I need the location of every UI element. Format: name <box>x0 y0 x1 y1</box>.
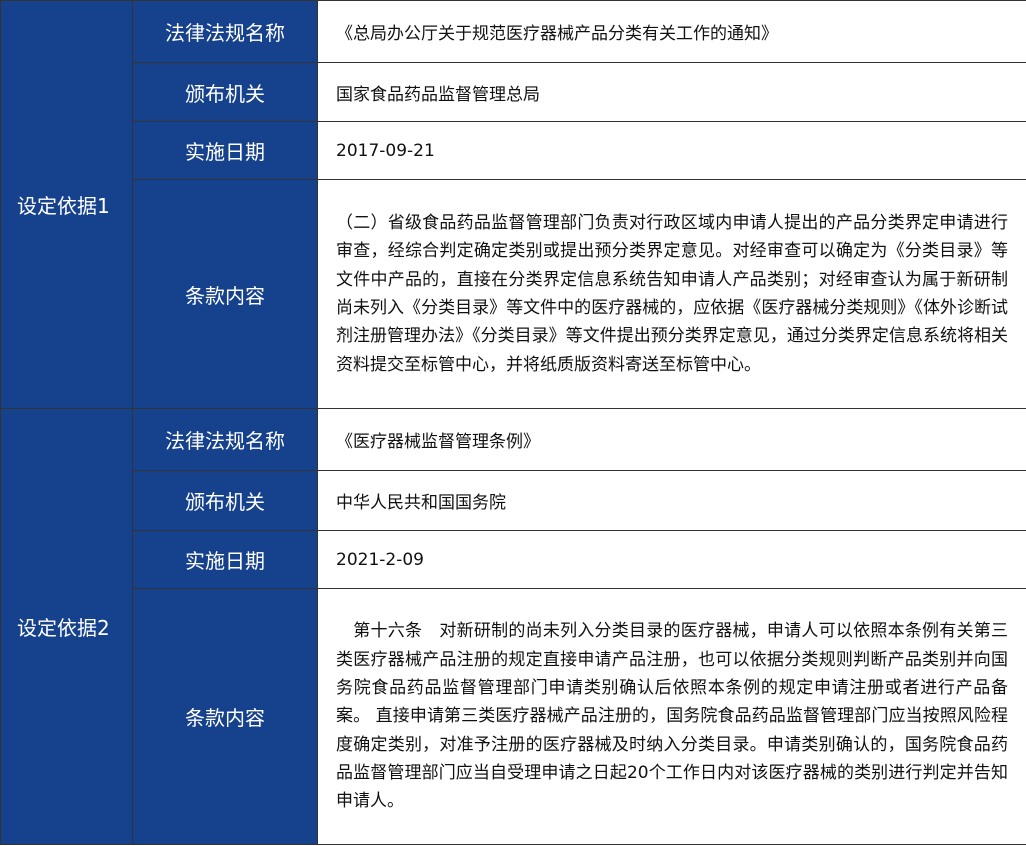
basis-1-effective-date-row: 实施日期 2017-09-21 <box>1 121 1026 180</box>
authority-value: 国家食品药品监督管理总局 <box>317 62 1026 122</box>
basis-2-clause-row: 条款内容 第十六条 对新研制的尚未列入分类目录的医疗器械，申请人可以依照本条例有… <box>1 588 1026 845</box>
basis-2-law-name-row: 设定依据2 法律法规名称 《医疗器械监督管理条例》 <box>0 408 1026 845</box>
authority-value: 中华人民共和国国务院 <box>317 470 1026 531</box>
legal-basis-table: 设定依据1 法律法规名称 《总局办公厅关于规范医疗器械产品分类有关工作的通知》 … <box>0 0 1026 845</box>
basis-2-effective-date-row: 实施日期 2021-2-09 <box>1 530 1026 589</box>
law-name-value: 《医疗器械监督管理条例》 <box>317 408 1026 471</box>
effective-date-value: 2021-2-09 <box>317 530 1026 589</box>
basis-2-group-label: 设定依据2 <box>0 408 133 845</box>
effective-date-label: 实施日期 <box>132 530 318 589</box>
basis-1-group-label: 设定依据1 <box>0 0 133 409</box>
clause-text: 第十六条 对新研制的尚未列入分类目录的医疗器械，申请人可以依照本条例有关第三类医… <box>317 588 1026 845</box>
authority-label: 颁布机关 <box>132 470 318 531</box>
clause-label: 条款内容 <box>132 588 318 845</box>
basis-1-clause-row: 条款内容 （二）省级食品药品监督管理部门负责对行政区域内申请人提出的产品分类界定… <box>1 179 1026 409</box>
basis-1-authority-row: 颁布机关 国家食品药品监督管理总局 <box>1 62 1026 122</box>
basis-2-authority-row: 颁布机关 中华人民共和国国务院 <box>1 470 1026 531</box>
effective-date-value: 2017-09-21 <box>317 121 1026 180</box>
basis-1-law-name-row: 设定依据1 法律法规名称 《总局办公厅关于规范医疗器械产品分类有关工作的通知》 <box>0 0 1026 409</box>
law-name-label: 法律法规名称 <box>132 408 318 471</box>
law-name-label: 法律法规名称 <box>132 0 318 63</box>
clause-label: 条款内容 <box>132 179 318 409</box>
authority-label: 颁布机关 <box>132 62 318 122</box>
effective-date-label: 实施日期 <box>132 121 318 180</box>
clause-text: （二）省级食品药品监督管理部门负责对行政区域内申请人提出的产品分类界定申请进行审… <box>317 179 1026 409</box>
law-name-value: 《总局办公厅关于规范医疗器械产品分类有关工作的通知》 <box>317 0 1026 63</box>
